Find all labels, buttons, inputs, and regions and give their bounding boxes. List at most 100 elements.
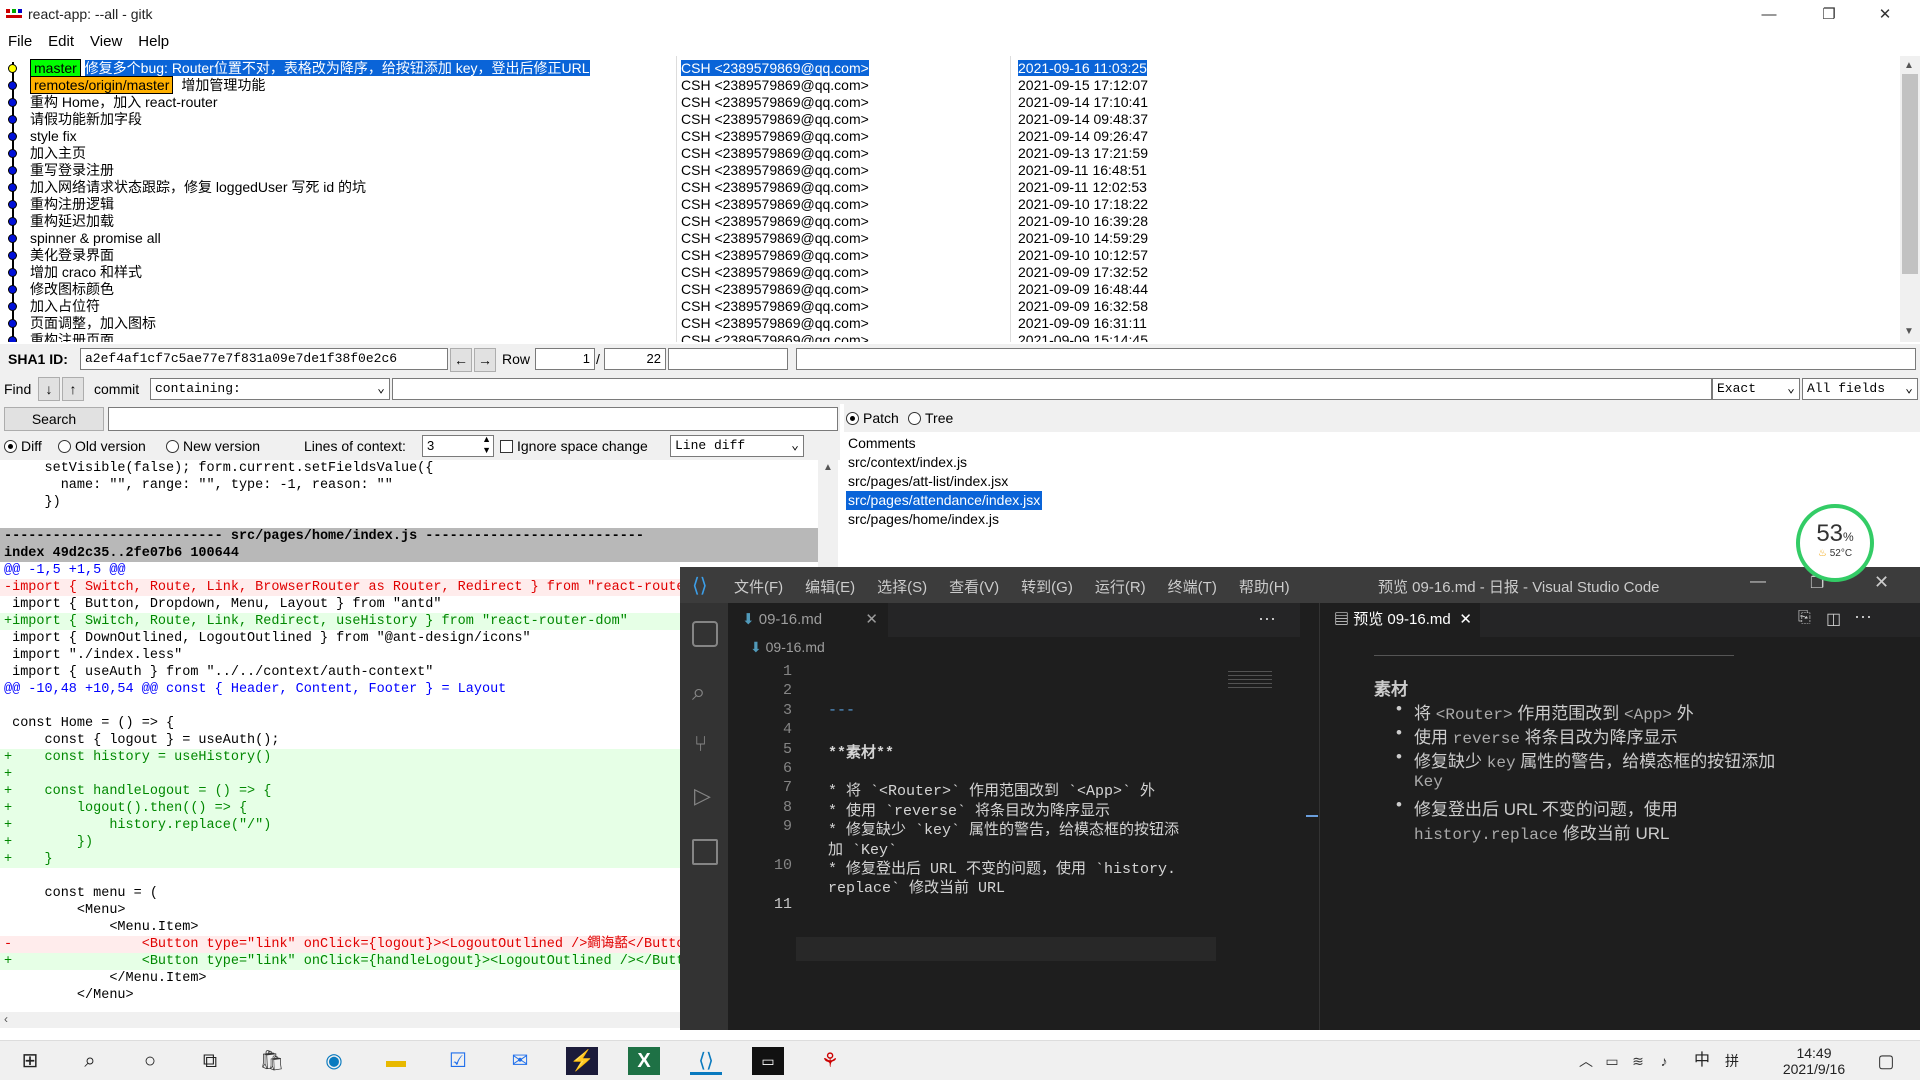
- source-control-icon[interactable]: ⑂: [694, 731, 707, 757]
- mail-icon[interactable]: ✉: [504, 1047, 536, 1075]
- search-button[interactable]: Search: [4, 407, 104, 431]
- vsc-menu-view[interactable]: 查看(V): [949, 576, 999, 597]
- search-icon[interactable]: ⌕: [692, 679, 705, 707]
- context-spinbox[interactable]: 3 ▲ ▼: [422, 435, 494, 457]
- excel-icon[interactable]: X: [628, 1047, 660, 1075]
- commit-row[interactable]: 加入占位符 CSH <2389579869@qq.com> 2021-09-09 1…: [0, 298, 1900, 315]
- sha-input[interactable]: a2ef4af1cf7c5ae77e7f831a09e7de1f38f0e2c6: [80, 348, 448, 370]
- minimize-button[interactable]: —: [1746, 0, 1792, 30]
- column-divider[interactable]: [1010, 56, 1011, 342]
- vscode-taskbar-icon[interactable]: ⟨⟩: [690, 1047, 722, 1075]
- file-item[interactable]: src/pages/att-list/index.jsx: [846, 472, 1010, 491]
- preview-close-icon[interactable]: ✕: [1459, 603, 1472, 637]
- code-editor[interactable]: ⬇ 09-16.md 1 2 3 --- 4 5 **素材** 6 7 * 将 `<Router>…: [728, 637, 1300, 1030]
- edge-icon[interactable]: ◉: [318, 1047, 350, 1075]
- commit-row[interactable]: spinner & promise all CSH <2389579869@qq.…: [0, 230, 1900, 247]
- branch-tag[interactable]: remotes/origin/master: [30, 76, 174, 94]
- file-item[interactable]: src/context/index.js: [846, 453, 969, 472]
- editor-scrollbar[interactable]: [1300, 603, 1320, 1030]
- commit-row[interactable]: 加入主页 CSH <2389579869@qq.com> 2021-09-13 17…: [0, 145, 1900, 162]
- vsc-close-button[interactable]: ✕: [1874, 572, 1889, 593]
- ime-language[interactable]: 中: [1686, 1047, 1718, 1075]
- volume-icon[interactable]: ♪: [1648, 1047, 1680, 1075]
- vsc-menu-file[interactable]: 文件(F): [734, 576, 783, 597]
- vsc-menu-goto[interactable]: 转到(G): [1021, 576, 1073, 597]
- preview-more-icon[interactable]: ⋯: [1854, 607, 1872, 628]
- gitk-taskbar-icon[interactable]: ⚘: [814, 1047, 846, 1075]
- extensions-icon[interactable]: [692, 839, 718, 865]
- file-item[interactable]: src/pages/attendance/index.jsx: [846, 491, 1043, 510]
- diff-radio[interactable]: Diff: [4, 438, 42, 454]
- task-view-icon[interactable]: ⧉: [194, 1047, 226, 1075]
- commit-row[interactable]: 重构延迟加载 CSH <2389579869@qq.com> 2021-09-10 …: [0, 213, 1900, 230]
- row-input[interactable]: 1: [535, 348, 595, 370]
- new-version-radio[interactable]: New version: [166, 438, 260, 454]
- vsc-menu-run[interactable]: 运行(R): [1095, 576, 1146, 597]
- commit-row[interactable]: 美化登录界面 CSH <2389579869@qq.com> 2021-09-10 …: [0, 247, 1900, 264]
- notification-icon[interactable]: ▢: [1870, 1047, 1902, 1075]
- find-fields-select[interactable]: All fields ⌄: [1802, 378, 1918, 400]
- commit-row[interactable]: 重构注册页面 CSH <2389579869@qq.com> 2021-09-09 …: [0, 332, 1900, 342]
- powershell-icon[interactable]: ⚡: [566, 1047, 598, 1075]
- explorer-icon[interactable]: [692, 621, 718, 647]
- tree-radio[interactable]: Tree: [908, 410, 953, 426]
- menu-edit[interactable]: Edit: [40, 30, 82, 53]
- more-actions-icon[interactable]: ⋯: [1258, 609, 1276, 630]
- clock[interactable]: 14:49 2021/9/16: [1764, 1045, 1864, 1077]
- tab-09-16-md[interactable]: ⬇ 09-16.md ✕: [728, 603, 888, 637]
- search-icon[interactable]: ⌕: [74, 1047, 106, 1075]
- ime-mode[interactable]: 拼: [1716, 1047, 1748, 1075]
- back-arrow-icon[interactable]: ←: [450, 348, 472, 372]
- file-item[interactable]: src/pages/home/index.js: [846, 510, 1001, 529]
- vsc-menu-select[interactable]: 选择(S): [877, 576, 927, 597]
- find-mode-select[interactable]: containing: ⌄: [150, 378, 390, 400]
- commit-row[interactable]: 重构注册逻辑 CSH <2389579869@qq.com> 2021-09-10 …: [0, 196, 1900, 213]
- run-debug-icon[interactable]: ▷: [694, 783, 711, 809]
- breadcrumb[interactable]: ⬇ 09-16.md: [750, 639, 825, 656]
- cpu-usage-widget[interactable]: 53% ♨ 52°C: [1796, 504, 1874, 582]
- diff-hscrollbar[interactable]: ‹: [0, 1012, 680, 1028]
- minimap[interactable]: [1228, 671, 1272, 691]
- commit-row[interactable]: 修改图标颜色 CSH <2389579869@qq.com> 2021-09-09 …: [0, 281, 1900, 298]
- split-editor-icon[interactable]: ◫: [1826, 609, 1841, 629]
- column-divider[interactable]: [676, 56, 677, 342]
- file-item-comments[interactable]: Comments: [846, 434, 918, 453]
- find-up-icon[interactable]: ↑: [62, 377, 84, 401]
- terminal-icon[interactable]: ▭: [752, 1047, 784, 1075]
- close-button[interactable]: ✕: [1862, 0, 1908, 30]
- windows-start-icon[interactable]: ⊞: [14, 1047, 46, 1075]
- line-diff-select[interactable]: Line diff ⌄: [670, 435, 804, 457]
- ignore-space-checkbox[interactable]: Ignore space change: [500, 438, 648, 454]
- commit-row[interactable]: 请假功能新加字段 CSH <2389579869@qq.com> 2021-09-1…: [0, 111, 1900, 128]
- patch-radio[interactable]: Patch: [846, 410, 899, 426]
- commit-row[interactable]: 页面调整，加入图标 CSH <2389579869@qq.com> 2021-09-…: [0, 315, 1900, 332]
- commit-row[interactable]: 重构 Home，加入 react-router CSH <2389579869@q…: [0, 94, 1900, 111]
- commit-row[interactable]: 加入网络请求状态跟踪，修复 loggedUser 写死 id 的坑 CSH <23…: [0, 179, 1900, 196]
- restore-button[interactable]: ❐: [1806, 0, 1852, 30]
- commit-row[interactable]: 重写登录注册 CSH <2389579869@qq.com> 2021-09-11 …: [0, 162, 1900, 179]
- todo-icon[interactable]: ☑: [442, 1047, 474, 1075]
- branch-tag[interactable]: master: [30, 59, 81, 77]
- find-input[interactable]: [392, 378, 1712, 400]
- store-icon[interactable]: 🛍: [256, 1047, 288, 1075]
- file-list[interactable]: Comments src/context/index.js src/pages/at…: [844, 432, 1900, 562]
- find-down-icon[interactable]: ↓: [38, 377, 60, 401]
- forward-arrow-icon[interactable]: →: [474, 348, 496, 372]
- find-exact-select[interactable]: Exact ⌄: [1712, 378, 1800, 400]
- vsc-minimize-button[interactable]: —: [1750, 573, 1766, 591]
- file-explorer-icon[interactable]: ▬: [380, 1047, 412, 1075]
- commit-row[interactable]: master 修复多个bug: Router位置不对，表格改为降序，给按钮添加 …: [0, 59, 1900, 77]
- commit-row[interactable]: style fix CSH <2389579869@qq.com> 2021-09-…: [0, 128, 1900, 145]
- search-input[interactable]: [108, 407, 838, 431]
- cortana-icon[interactable]: ○: [134, 1047, 166, 1075]
- tab-preview[interactable]: ▤ 预览 09-16.md ✕: [1320, 603, 1480, 637]
- commit-list-scrollbar[interactable]: ▲ ▼: [1900, 56, 1920, 342]
- tab-close-icon[interactable]: ✕: [865, 603, 878, 637]
- vsc-menu-terminal[interactable]: 终端(T): [1168, 576, 1217, 597]
- menu-view[interactable]: View: [82, 30, 130, 53]
- vsc-menu-edit[interactable]: 编辑(E): [805, 576, 855, 597]
- commit-row[interactable]: remotes/origin/master 增加管理功能 CSH <23895798…: [0, 76, 1900, 94]
- commit-row[interactable]: 增加 craco 和样式 CSH <2389579869@qq.com> 2021-…: [0, 264, 1900, 281]
- open-source-icon[interactable]: ⎘: [1798, 609, 1811, 627]
- menu-file[interactable]: File: [0, 30, 40, 53]
